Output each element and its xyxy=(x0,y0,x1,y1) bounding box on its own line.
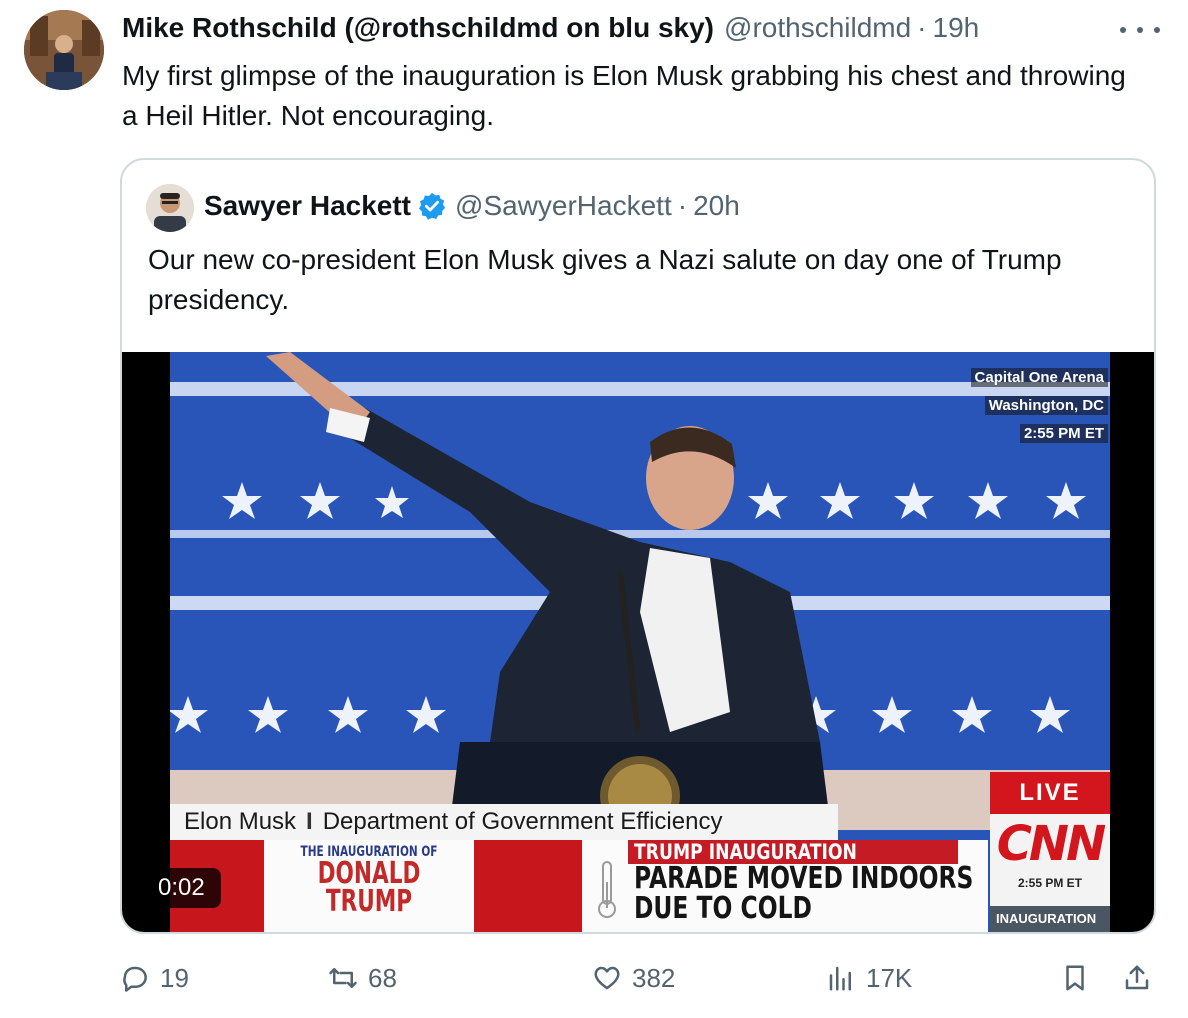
like-count: 382 xyxy=(632,962,676,993)
author-avatar[interactable] xyxy=(24,10,104,90)
quoted-tweet-card[interactable]: Sawyer Hackett @SawyerHackett · 20h Our … xyxy=(120,158,1156,934)
video-player[interactable]: Capital One Arena Washington, DC 2:55 PM… xyxy=(122,352,1154,932)
view-count: 17K xyxy=(866,962,913,993)
reply-button[interactable]: 19 xyxy=(120,956,189,1000)
network-time: 2:55 PM ET xyxy=(1017,876,1083,890)
tweet-header: Mike Rothschild (@rothschildmd on blu sk… xyxy=(122,12,979,44)
quoted-display-name[interactable]: Sawyer Hackett xyxy=(204,190,411,222)
verified-badge-icon xyxy=(419,192,446,220)
more-dot xyxy=(1137,27,1143,33)
tweet-actions-bar: 19 68 382 17K xyxy=(120,956,1156,1000)
location-overlay: Capital One Arena Washington, DC 2:55 PM… xyxy=(970,364,1108,448)
views-button[interactable]: 17K xyxy=(826,956,912,1000)
share-button[interactable] xyxy=(1122,956,1162,1000)
video-duration-badge: 0:02 xyxy=(142,868,221,908)
author-avatar-image xyxy=(24,10,104,90)
separator-dot: · xyxy=(677,190,688,221)
repost-count: 68 xyxy=(368,962,397,993)
quoted-tweet-header: Sawyer Hackett @SawyerHackett · 20h xyxy=(204,190,740,222)
ticker-headline-line-1: PARADE MOVED INDOORS xyxy=(634,861,974,896)
live-badge: LIVE xyxy=(990,772,1110,814)
quoted-avatar-image xyxy=(146,184,194,232)
more-options-icon[interactable] xyxy=(1120,18,1160,42)
inauguration-logo: THE INAUGURATION OF DONALD TRUMP xyxy=(264,840,474,932)
author-handle[interactable]: @rothschildmd xyxy=(724,12,911,44)
network-bug: CNN 2:55 PM ET INAUGURATION xyxy=(990,814,1110,932)
lower-third-name: Elon Musk xyxy=(184,808,297,835)
location-line: Washington, DC xyxy=(984,396,1108,415)
lower-third-name-bar: Elon Musk I Department of Government Effic… xyxy=(170,804,838,840)
analytics-icon xyxy=(829,966,851,991)
repost-button[interactable]: 68 xyxy=(328,956,397,1000)
quoted-timestamp[interactable]: 20h xyxy=(693,190,740,222)
author-display-name[interactable]: Mike Rothschild (@rothschildmd on blu sk… xyxy=(122,12,714,44)
red-stripe-block xyxy=(474,840,582,932)
tweet-timestamp[interactable]: 19h xyxy=(933,12,980,44)
more-dot xyxy=(1154,27,1160,33)
ticker-headline-line-2: DUE TO COLD xyxy=(634,891,812,926)
lower-third-title: Department of Government Efficiency xyxy=(322,808,723,835)
lower-third-separator: I xyxy=(306,808,313,835)
quoted-handle[interactable]: @SawyerHackett xyxy=(455,190,672,222)
network-tag: INAUGURATION xyxy=(990,906,1110,932)
thermometer-icon xyxy=(598,861,616,918)
reply-count: 19 xyxy=(160,962,189,993)
tweet-text: My first glimpse of the inauguration is … xyxy=(122,60,1126,131)
quoted-author-avatar[interactable] xyxy=(146,184,194,232)
news-ticker: TRUMP INAUGURATION PARADE MOVED INDOORS … xyxy=(582,840,988,932)
more-dot xyxy=(1120,27,1126,33)
reply-icon xyxy=(123,966,147,992)
bookmark-icon xyxy=(1066,965,1084,991)
logo-line-2: TRUMP xyxy=(325,884,413,919)
heart-icon xyxy=(594,966,620,990)
separator-dot: · xyxy=(917,12,927,43)
cnn-logo: CNN xyxy=(996,816,1107,872)
bookmark-button[interactable] xyxy=(1060,956,1100,1000)
location-line: Capital One Arena xyxy=(970,368,1108,387)
location-line: 2:55 PM ET xyxy=(1019,424,1108,443)
quoted-tweet-text: Our new co-president Elon Musk gives a N… xyxy=(148,244,1062,315)
like-button[interactable]: 382 xyxy=(592,956,675,1000)
repost-icon xyxy=(329,968,357,988)
share-icon xyxy=(1125,965,1149,990)
